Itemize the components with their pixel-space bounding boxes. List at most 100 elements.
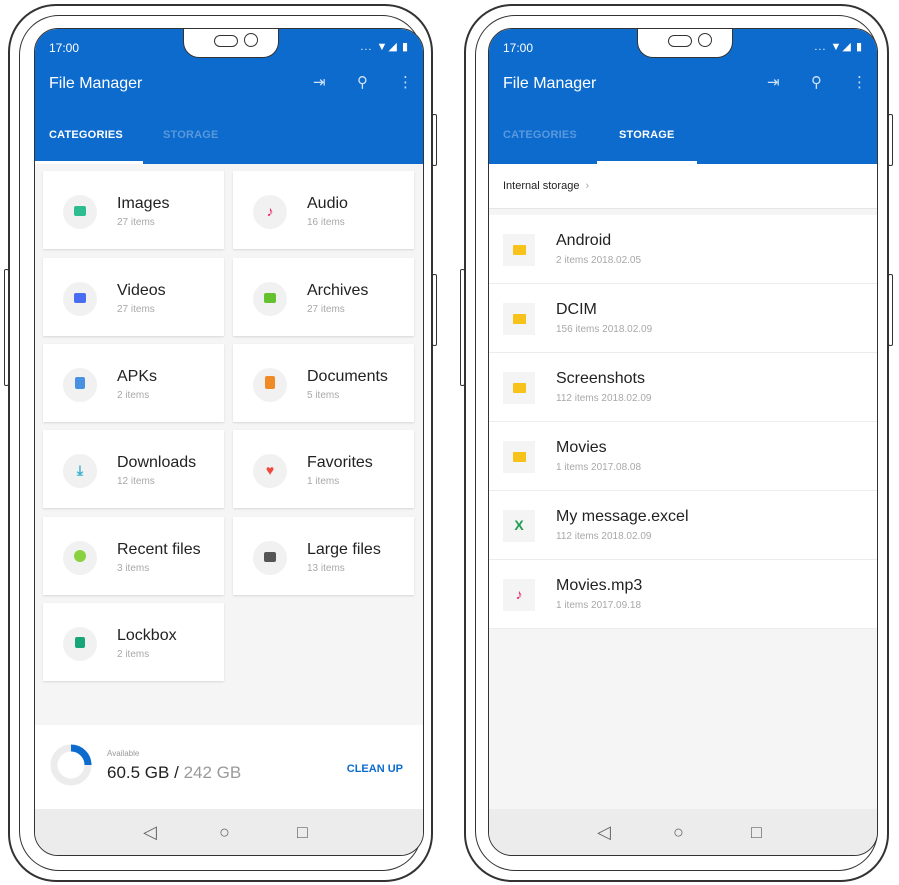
category-name: APKs [117, 368, 158, 385]
file-name: Screenshots [556, 370, 645, 387]
category-count: 1 items [307, 476, 340, 487]
notch [183, 29, 279, 58]
home-button[interactable]: ○ [673, 822, 684, 843]
image-icon [63, 195, 97, 229]
side-button [432, 274, 437, 346]
category-images[interactable]: Images 27 items [43, 171, 224, 249]
category-videos[interactable]: Videos 27 items [43, 258, 224, 336]
breadcrumb: Internal storage › [489, 164, 877, 209]
app-bar: 17:00 ... ▼◢ ▮ File Manager ⇥ ⚲ ⋮ CATEGO… [35, 29, 423, 164]
category-apks[interactable]: APKs 2 items [43, 344, 224, 422]
more-vert-icon[interactable]: ⋮ [398, 73, 413, 91]
file-name: Movies [556, 439, 607, 456]
category-downloads[interactable]: ⤓ Downloads 12 items [43, 430, 224, 508]
move-in-icon[interactable]: ⇥ [313, 73, 326, 91]
back-button[interactable]: ◁ [597, 822, 611, 843]
file-row[interactable]: DCIM 156 items 2018.02.09 [489, 284, 877, 353]
more-vert-icon[interactable]: ⋮ [852, 73, 867, 91]
phone-storage: 17:00 ... ▼◢ ▮ File Manager ⇥ ⚲ ⋮ CATEGO… [460, 4, 893, 882]
tab-indicator [35, 161, 143, 164]
storage-donut [50, 744, 92, 786]
category-name: Downloads [117, 454, 197, 471]
file-row[interactable]: Android 2 items 2018.02.05 [489, 215, 877, 284]
notch [637, 29, 733, 58]
music-note-icon: ♪ [253, 195, 287, 229]
category-name: Lockbox [117, 627, 177, 644]
category-name: Images [117, 195, 170, 212]
category-name: Archives [307, 282, 369, 299]
clean-up-button[interactable]: CLEAN UP [347, 763, 403, 775]
archive-icon [253, 282, 287, 316]
search-icon[interactable]: ⚲ [811, 73, 822, 91]
recents-button[interactable]: □ [297, 822, 308, 843]
home-button[interactable]: ○ [219, 822, 230, 843]
category-favorites[interactable]: ♥ Favorites 1 items [233, 430, 414, 508]
phone-categories: 17:00 ... ▼◢ ▮ File Manager ⇥ ⚲ ⋮ CATEGO… [4, 4, 437, 882]
large-file-icon [253, 541, 287, 575]
search-icon[interactable]: ⚲ [357, 73, 368, 91]
folder-icon [503, 303, 535, 335]
file-row[interactable]: Movies 1 items 2017.08.08 [489, 422, 877, 491]
category-count: 5 items [307, 390, 340, 401]
tab-storage[interactable]: STORAGE [619, 129, 675, 141]
storage-summary: Available 60.5 GB / 242 GB CLEAN UP [35, 725, 423, 809]
power-button [432, 114, 437, 166]
heart-icon: ♥ [253, 454, 287, 488]
storage-separator: / [174, 763, 179, 782]
tab-categories[interactable]: CATEGORIES [503, 129, 577, 141]
folder-icon [503, 372, 535, 404]
move-in-icon[interactable]: ⇥ [767, 73, 780, 91]
status-icons: ... ▼◢ ▮ [814, 41, 863, 53]
file-meta: 1 items 2017.08.08 [556, 462, 642, 473]
file-row[interactable]: X My message.excel 112 items 2018.02.09 [489, 491, 877, 560]
file-row[interactable]: Screenshots 112 items 2018.02.09 [489, 353, 877, 422]
back-button[interactable]: ◁ [143, 822, 157, 843]
status-time: 17:00 [503, 41, 534, 55]
file-row[interactable]: ♪ Movies.mp3 1 items 2017.09.18 [489, 560, 877, 629]
category-audio[interactable]: ♪ Audio 16 items [233, 171, 414, 249]
file-name: Movies.mp3 [556, 577, 643, 594]
category-archives[interactable]: Archives 27 items [233, 258, 414, 336]
app-title: File Manager [503, 75, 597, 92]
recents-button[interactable]: □ [751, 822, 762, 843]
side-button [888, 274, 893, 346]
tab-categories[interactable]: CATEGORIES [49, 129, 123, 141]
category-large-files[interactable]: Large files 13 items [233, 517, 414, 595]
file-name: DCIM [556, 301, 597, 318]
category-documents[interactable]: Documents 5 items [233, 344, 414, 422]
tab-storage[interactable]: STORAGE [163, 129, 219, 141]
android-icon [63, 368, 97, 402]
folder-icon [503, 441, 535, 473]
volume-button [4, 269, 9, 386]
excel-icon: X [503, 510, 535, 542]
chevron-right-icon: › [585, 180, 590, 192]
lock-icon [63, 627, 97, 661]
category-lockbox[interactable]: Lockbox 2 items [43, 603, 224, 681]
category-count: 13 items [307, 563, 345, 574]
music-note-icon: ♪ [503, 579, 535, 611]
storage-used: 60.5 GB [107, 763, 170, 782]
category-count: 3 items [117, 563, 150, 574]
category-name: Large files [307, 541, 381, 558]
category-count: 16 items [307, 217, 345, 228]
category-count: 27 items [307, 304, 345, 315]
category-name: Videos [117, 282, 166, 299]
status-icons: ... ▼◢ ▮ [360, 41, 409, 53]
file-meta: 112 items 2018.02.09 [556, 393, 652, 404]
file-meta: 1 items 2017.09.18 [556, 600, 642, 611]
storage-amount: 60.5 GB / 242 GB [107, 763, 241, 783]
category-count: 12 items [117, 476, 155, 487]
document-icon [253, 368, 287, 402]
status-time: 17:00 [49, 41, 80, 55]
screen: 17:00 ... ▼◢ ▮ File Manager ⇥ ⚲ ⋮ CATEGO… [34, 28, 424, 856]
file-name: Android [556, 232, 612, 249]
category-recent-files[interactable]: Recent files 3 items [43, 517, 224, 595]
file-name: My message.excel [556, 508, 689, 525]
folder-icon [503, 234, 535, 266]
category-name: Recent files [117, 541, 201, 558]
download-icon: ⤓ [63, 454, 97, 488]
breadcrumb-item[interactable]: Internal storage › [503, 180, 589, 192]
app-title: File Manager [49, 75, 143, 92]
available-label: Available [107, 749, 140, 758]
category-count: 27 items [117, 304, 155, 315]
